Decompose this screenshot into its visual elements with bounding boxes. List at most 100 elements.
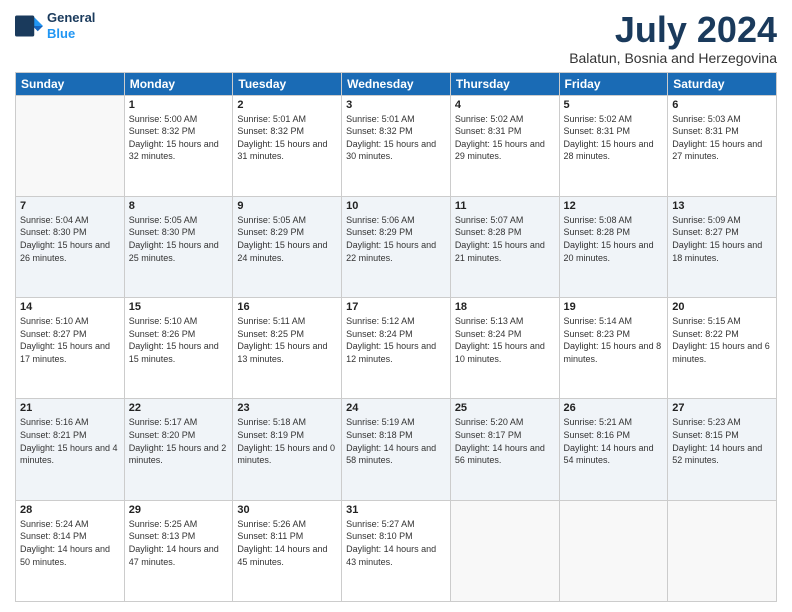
day-info: Sunrise: 5:02 AMSunset: 8:31 PMDaylight:… [564, 113, 664, 163]
calendar-week-row: 1 Sunrise: 5:00 AMSunset: 8:32 PMDaylight… [16, 95, 777, 196]
day-info: Sunrise: 5:24 AMSunset: 8:14 PMDaylight:… [20, 518, 120, 568]
day-info: Sunrise: 5:01 AMSunset: 8:32 PMDaylight:… [346, 113, 446, 163]
page: General Blue July 2024 Balatun, Bosnia a… [0, 0, 792, 612]
day-info: Sunrise: 5:21 AMSunset: 8:16 PMDaylight:… [564, 416, 664, 466]
calendar-cell: 8Sunrise: 5:05 AMSunset: 8:30 PMDaylight… [124, 196, 233, 297]
calendar-cell [668, 500, 777, 601]
calendar-cell [559, 500, 668, 601]
calendar-week-row: 28Sunrise: 5:24 AMSunset: 8:14 PMDayligh… [16, 500, 777, 601]
day-number: 17 [346, 301, 446, 313]
day-info: Sunrise: 5:10 AMSunset: 8:26 PMDaylight:… [129, 315, 229, 365]
calendar-cell: 4 Sunrise: 5:02 AMSunset: 8:31 PMDaylight… [450, 95, 559, 196]
day-number: 27 [672, 402, 772, 414]
day-number: 1 [129, 99, 229, 111]
day-info: Sunrise: 5:27 AMSunset: 8:10 PMDaylight:… [346, 518, 446, 568]
day-number: 16 [237, 301, 337, 313]
calendar-cell: 17 Sunrise: 5:12 AMSunset: 8:24 PMDayligh… [342, 298, 451, 399]
day-number: 22 [129, 402, 229, 414]
day-number: 26 [564, 402, 664, 414]
calendar-header-tuesday: Tuesday [233, 72, 342, 95]
location: Balatun, Bosnia and Herzegovina [569, 50, 777, 66]
day-number: 20 [672, 301, 772, 313]
day-info: Sunrise: 5:15 AMSunset: 8:22 PMDaylight:… [672, 315, 772, 365]
day-number: 29 [129, 504, 229, 516]
calendar-cell: 6 Sunrise: 5:03 AMSunset: 8:31 PMDaylight… [668, 95, 777, 196]
day-info: Sunrise: 5:05 AMSunset: 8:29 PMDaylight:… [237, 214, 337, 264]
day-info: Sunrise: 5:12 AMSunset: 8:24 PMDaylight:… [346, 315, 446, 365]
day-info: Sunrise: 5:07 AMSunset: 8:28 PMDaylight:… [455, 214, 555, 264]
calendar-cell: 16 Sunrise: 5:11 AMSunset: 8:25 PMDayligh… [233, 298, 342, 399]
calendar-cell: 18 Sunrise: 5:13 AMSunset: 8:24 PMDayligh… [450, 298, 559, 399]
day-number: 19 [564, 301, 664, 313]
calendar-header-sunday: Sunday [16, 72, 125, 95]
header: General Blue July 2024 Balatun, Bosnia a… [15, 10, 777, 66]
calendar-cell: 13 Sunrise: 5:09 AMSunset: 8:27 PMDayligh… [668, 196, 777, 297]
day-info: Sunrise: 5:26 AMSunset: 8:11 PMDaylight:… [237, 518, 337, 568]
calendar-week-row: 14Sunrise: 5:10 AMSunset: 8:27 PMDayligh… [16, 298, 777, 399]
day-info: Sunrise: 5:01 AMSunset: 8:32 PMDaylight:… [237, 113, 337, 163]
day-number: 31 [346, 504, 446, 516]
day-number: 7 [20, 200, 120, 212]
day-number: 25 [455, 402, 555, 414]
day-info: Sunrise: 5:14 AMSunset: 8:23 PMDaylight:… [564, 315, 664, 365]
calendar-cell: 24Sunrise: 5:19 AMSunset: 8:18 PMDayligh… [342, 399, 451, 500]
calendar-cell [16, 95, 125, 196]
logo-line2: Blue [47, 26, 75, 41]
title-section: July 2024 Balatun, Bosnia and Herzegovin… [569, 10, 777, 66]
calendar-cell: 7 Sunrise: 5:04 AMSunset: 8:30 PMDaylight… [16, 196, 125, 297]
calendar-cell: 2 Sunrise: 5:01 AMSunset: 8:32 PMDaylight… [233, 95, 342, 196]
calendar-cell: 31 Sunrise: 5:27 AMSunset: 8:10 PMDayligh… [342, 500, 451, 601]
day-info: Sunrise: 5:17 AMSunset: 8:20 PMDaylight:… [129, 416, 229, 466]
calendar-cell: 27 Sunrise: 5:23 AMSunset: 8:15 PMDayligh… [668, 399, 777, 500]
calendar-cell: 21 Sunrise: 5:16 AMSunset: 8:21 PMDayligh… [16, 399, 125, 500]
day-number: 13 [672, 200, 772, 212]
logo-icon [15, 12, 43, 40]
calendar-cell: 9 Sunrise: 5:05 AMSunset: 8:29 PMDaylight… [233, 196, 342, 297]
calendar-cell: 20 Sunrise: 5:15 AMSunset: 8:22 PMDayligh… [668, 298, 777, 399]
day-info: Sunrise: 5:03 AMSunset: 8:31 PMDaylight:… [672, 113, 772, 163]
day-number: 18 [455, 301, 555, 313]
day-number: 5 [564, 99, 664, 111]
day-info: Sunrise: 5:09 AMSunset: 8:27 PMDaylight:… [672, 214, 772, 264]
day-info: Sunrise: 5:00 AMSunset: 8:32 PMDaylight:… [129, 113, 229, 163]
day-info: Sunrise: 5:02 AMSunset: 8:31 PMDaylight:… [455, 113, 555, 163]
day-number: 15 [129, 301, 229, 313]
calendar-header-friday: Friday [559, 72, 668, 95]
day-number: 30 [237, 504, 337, 516]
day-info: Sunrise: 5:25 AMSunset: 8:13 PMDaylight:… [129, 518, 229, 568]
calendar-week-row: 21 Sunrise: 5:16 AMSunset: 8:21 PMDayligh… [16, 399, 777, 500]
calendar-header-monday: Monday [124, 72, 233, 95]
day-info: Sunrise: 5:04 AMSunset: 8:30 PMDaylight:… [20, 214, 120, 264]
calendar-cell: 15 Sunrise: 5:10 AMSunset: 8:26 PMDayligh… [124, 298, 233, 399]
logo: General Blue [15, 10, 95, 41]
calendar-header-saturday: Saturday [668, 72, 777, 95]
calendar-cell: 5 Sunrise: 5:02 AMSunset: 8:31 PMDaylight… [559, 95, 668, 196]
day-number: 3 [346, 99, 446, 111]
day-info: Sunrise: 5:11 AMSunset: 8:25 PMDaylight:… [237, 315, 337, 365]
day-number: 6 [672, 99, 772, 111]
day-info: Sunrise: 5:19 AMSunset: 8:18 PMDaylight:… [346, 416, 446, 466]
calendar-cell: 25Sunrise: 5:20 AMSunset: 8:17 PMDayligh… [450, 399, 559, 500]
calendar-cell: 11 Sunrise: 5:07 AMSunset: 8:28 PMDayligh… [450, 196, 559, 297]
calendar-cell: 1 Sunrise: 5:00 AMSunset: 8:32 PMDaylight… [124, 95, 233, 196]
calendar-cell: 26 Sunrise: 5:21 AMSunset: 8:16 PMDayligh… [559, 399, 668, 500]
calendar-cell: 22 Sunrise: 5:17 AMSunset: 8:20 PMDayligh… [124, 399, 233, 500]
day-number: 2 [237, 99, 337, 111]
day-number: 4 [455, 99, 555, 111]
day-number: 21 [20, 402, 120, 414]
day-info: Sunrise: 5:05 AMSunset: 8:30 PMDaylight:… [129, 214, 229, 264]
calendar-cell: 10Sunrise: 5:06 AMSunset: 8:29 PMDayligh… [342, 196, 451, 297]
calendar-cell: 29 Sunrise: 5:25 AMSunset: 8:13 PMDayligh… [124, 500, 233, 601]
calendar-header-row: SundayMondayTuesdayWednesdayThursdayFrid… [16, 72, 777, 95]
day-number: 10 [346, 200, 446, 212]
day-number: 11 [455, 200, 555, 212]
calendar-week-row: 7 Sunrise: 5:04 AMSunset: 8:30 PMDaylight… [16, 196, 777, 297]
calendar-cell: 12Sunrise: 5:08 AMSunset: 8:28 PMDayligh… [559, 196, 668, 297]
day-info: Sunrise: 5:23 AMSunset: 8:15 PMDaylight:… [672, 416, 772, 466]
calendar-cell: 14Sunrise: 5:10 AMSunset: 8:27 PMDayligh… [16, 298, 125, 399]
day-info: Sunrise: 5:13 AMSunset: 8:24 PMDaylight:… [455, 315, 555, 365]
logo-text: General Blue [47, 10, 95, 41]
day-number: 9 [237, 200, 337, 212]
day-info: Sunrise: 5:16 AMSunset: 8:21 PMDaylight:… [20, 416, 120, 466]
calendar-table: SundayMondayTuesdayWednesdayThursdayFrid… [15, 72, 777, 602]
